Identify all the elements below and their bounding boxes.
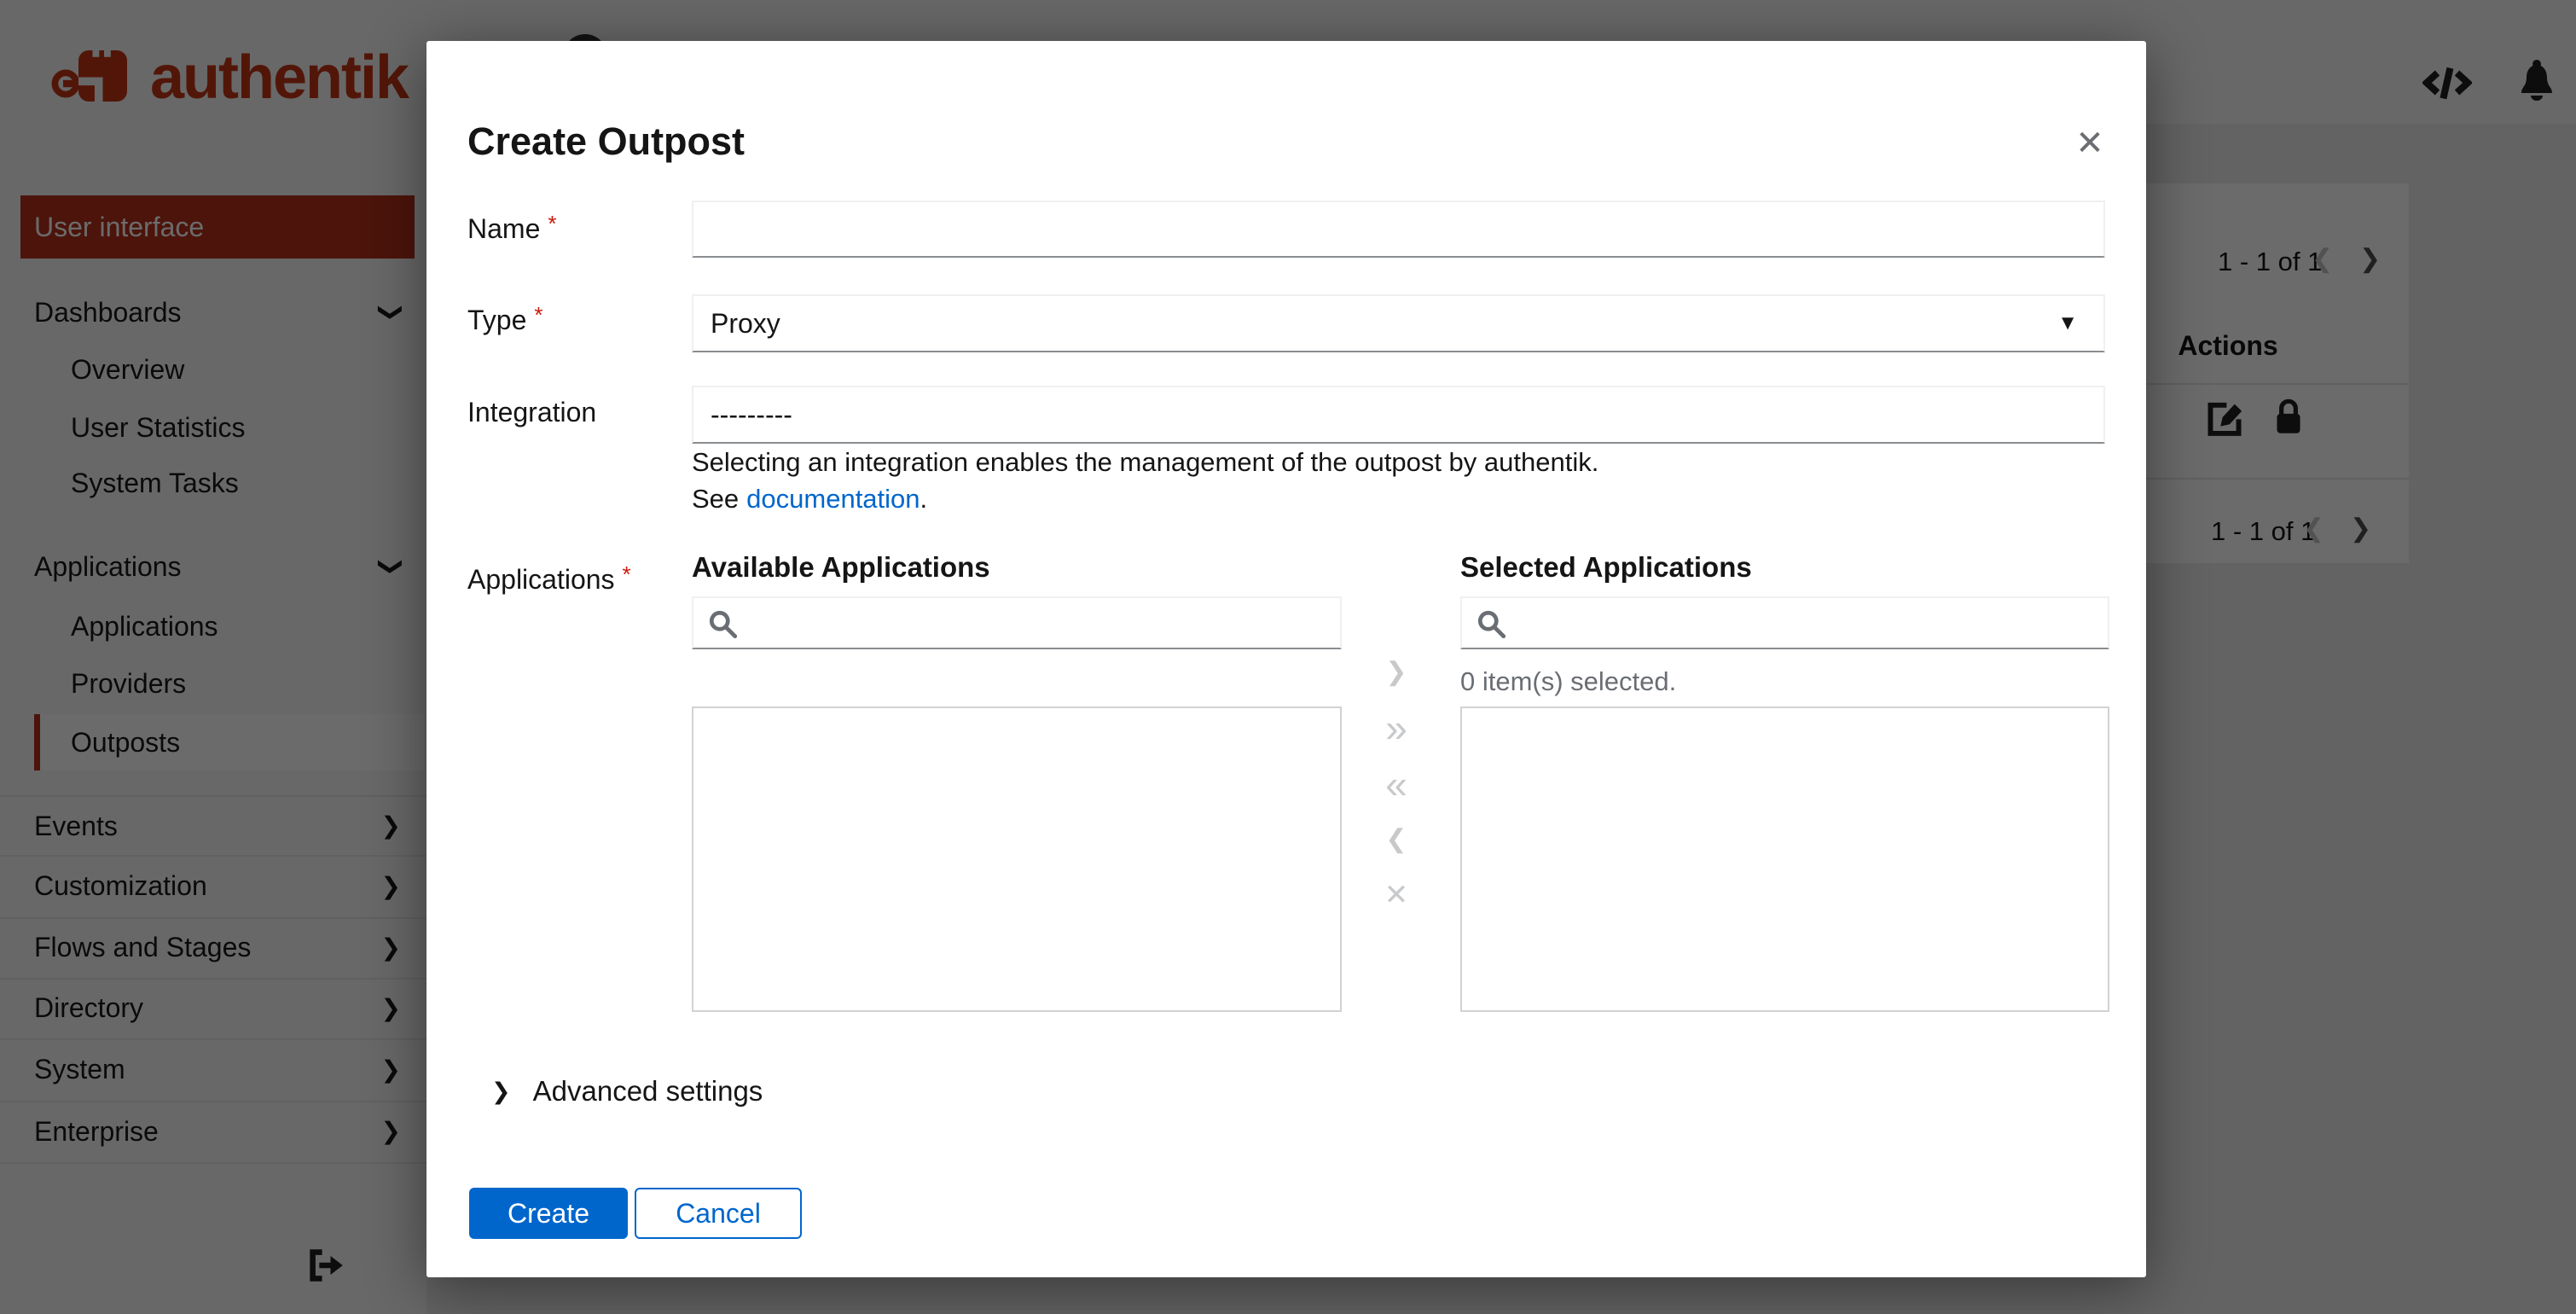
type-label: Type * xyxy=(467,302,543,335)
move-right-button[interactable]: ❯ xyxy=(1368,651,1424,694)
required-marker: * xyxy=(548,211,557,236)
modal-title: Create Outpost xyxy=(467,119,746,163)
advanced-settings-label: Advanced settings xyxy=(532,1075,763,1107)
applications-label: Applications * xyxy=(467,561,631,595)
selected-count: 0 item(s) selected. xyxy=(1460,666,1677,696)
available-listbox[interactable] xyxy=(692,706,1342,1012)
required-marker: * xyxy=(622,561,631,587)
selected-applications-title: Selected Applications xyxy=(1460,551,1752,583)
selected-listbox[interactable] xyxy=(1460,706,2109,1012)
integration-label: Integration xyxy=(467,397,597,427)
modal-close-button[interactable]: ✕ xyxy=(2066,119,2114,167)
close-icon: ✕ xyxy=(2075,125,2104,162)
required-marker: * xyxy=(534,302,543,328)
integration-select[interactable]: --------- xyxy=(692,386,2105,444)
create-outpost-modal: Create Outpost ✕ Name * Type * Proxy ▼ Int… xyxy=(426,41,2146,1277)
integration-help-docs: See documentation. xyxy=(692,484,928,514)
move-all-right-button[interactable]: » xyxy=(1368,706,1424,749)
advanced-settings-toggle[interactable]: ❯ Advanced settings xyxy=(491,1075,763,1108)
available-search xyxy=(692,596,1342,649)
selected-search-input[interactable] xyxy=(1517,598,2103,648)
available-search-input[interactable] xyxy=(748,598,1335,648)
selected-search xyxy=(1460,596,2109,649)
type-select-value: Proxy xyxy=(711,307,780,339)
integration-select-value: --------- xyxy=(711,398,792,430)
move-all-left-button[interactable]: « xyxy=(1368,763,1424,805)
move-left-button[interactable]: ❮ xyxy=(1368,818,1424,861)
name-label: Name * xyxy=(467,211,557,244)
clear-selection-button[interactable]: ✕ xyxy=(1368,874,1424,916)
create-button[interactable]: Create xyxy=(469,1188,628,1239)
cancel-button[interactable]: Cancel xyxy=(635,1188,802,1239)
type-select[interactable]: Proxy ▼ xyxy=(692,294,2105,352)
search-icon xyxy=(707,608,740,645)
name-input[interactable] xyxy=(692,201,2105,258)
integration-help-text: Selecting an integration enables the man… xyxy=(692,447,1599,477)
available-applications-title: Available Applications xyxy=(692,551,990,583)
caret-down-icon: ▼ xyxy=(2057,311,2078,334)
chevron-right-icon: ❯ xyxy=(491,1078,511,1104)
search-icon xyxy=(1476,608,1508,645)
documentation-link[interactable]: documentation xyxy=(746,484,920,514)
